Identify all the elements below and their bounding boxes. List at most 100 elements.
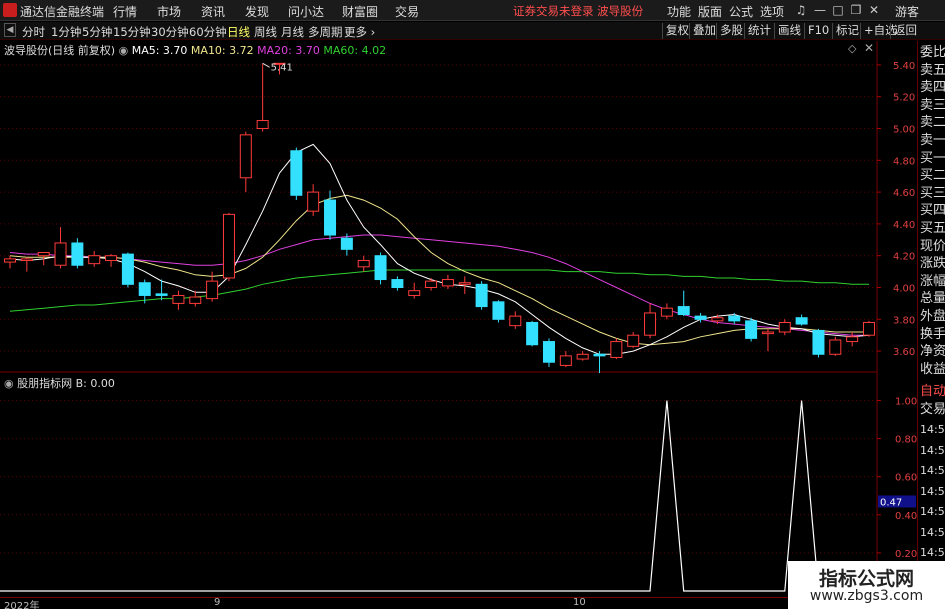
candle-body-up: [576, 353, 589, 360]
minimize-icon[interactable]: —: [812, 2, 828, 18]
indicator-line: [0, 400, 869, 592]
y-tick-label: 0.80: [895, 435, 917, 446]
y-tick-label: 5.00: [893, 125, 915, 136]
candle-body-up: [660, 307, 673, 317]
indicator-name[interactable]: 股朋指标网: [17, 377, 72, 390]
candle-body-up: [441, 279, 454, 287]
candle-body-up: [408, 290, 421, 296]
f10-button[interactable]: F10: [804, 23, 832, 39]
candle-body-down: [694, 315, 707, 320]
settings-dot-icon[interactable]: ◉: [119, 44, 129, 57]
app-title: 通达信金融终端: [20, 5, 105, 19]
quote-label: 涨跌: [920, 256, 945, 272]
fuquan-button[interactable]: 复权: [662, 23, 692, 39]
tick-time: 14:56: [920, 464, 945, 477]
tab-15min[interactable]: 15分钟: [113, 24, 151, 40]
candle-body-up: [846, 336, 859, 343]
menu-xuanxiang[interactable]: 选项: [760, 3, 784, 20]
restore-icon[interactable]: ❐: [848, 2, 864, 18]
candle-body-down: [795, 317, 808, 325]
back-button[interactable]: 返回: [890, 23, 920, 39]
y-tick-label: 5.40: [893, 61, 915, 72]
tab-weekly[interactable]: 周线: [254, 24, 277, 40]
quote-label: 总量: [920, 291, 945, 307]
y-tick-label: 4.60: [893, 188, 915, 199]
candle-body-up: [863, 321, 875, 336]
candle-body-up: [189, 296, 202, 304]
menu-shichang[interactable]: 市场: [157, 3, 181, 20]
candle-body-down: [374, 255, 387, 281]
tab-monthly[interactable]: 月线: [281, 24, 304, 40]
multi-stock-button[interactable]: 多股: [716, 23, 746, 39]
close-icon[interactable]: ✕: [866, 2, 882, 18]
candle-body-up: [357, 259, 370, 268]
quote-label: 换手: [920, 326, 945, 342]
menu-hangqing[interactable]: 行情: [113, 3, 137, 20]
tab-more[interactable]: 更多 ›: [344, 24, 375, 40]
candlestick-chart[interactable]: 5.40 5.20 5.00 4.80 4.60 4.40 4.20 4.00 3.80 3.60…: [0, 41, 917, 373]
menu-banmian[interactable]: 版面: [698, 3, 722, 20]
menu-faxian[interactable]: 发现: [245, 3, 269, 20]
candle-body-down: [677, 306, 690, 316]
login-notice[interactable]: 证券交易未登录 波导股份: [513, 3, 643, 19]
tab-1min[interactable]: 1分钟: [51, 24, 81, 40]
menu-wenxiaoda[interactable]: 问小达: [288, 3, 324, 20]
diamond-icon[interactable]: ◇: [848, 42, 856, 55]
indicator-chart[interactable]: 1.00 0.80 0.60 0.40 0.20 0.47: [0, 373, 917, 597]
y-tick-label: 1.00: [895, 397, 917, 408]
candle-body-up: [54, 242, 67, 266]
tab-fenshi[interactable]: 分时: [22, 24, 45, 40]
headset-icon[interactable]: ♫: [793, 2, 809, 18]
candle-body-down: [391, 279, 404, 289]
quote-label: 卖一: [920, 133, 945, 148]
quote-label: 净资: [920, 344, 945, 360]
tick-time: 14:56: [920, 484, 945, 498]
candle-body-up: [222, 213, 235, 279]
tab-5min[interactable]: 5分钟: [82, 24, 112, 40]
tab-daily[interactable]: 日线: [227, 24, 250, 40]
candle-body-up: [458, 282, 471, 285]
menu-jiaoyi[interactable]: 交易: [395, 3, 419, 20]
candle-body-down: [812, 329, 825, 355]
candle-body-up: [20, 258, 33, 261]
tab-60min[interactable]: 60分钟: [189, 24, 227, 40]
top-menu-bar: 通达信金融终端 行情 市场 资讯 发现 问小达 财富圈 交易 证券交易未登录 波…: [0, 0, 945, 21]
close-chart-icon[interactable]: ✕: [864, 41, 874, 55]
candle-body-down: [138, 282, 151, 296]
date-axis: 2022年 9 10: [0, 597, 917, 609]
candle-body-up: [172, 294, 185, 304]
candle-body-up: [256, 120, 269, 130]
tab-more-label: 更多: [344, 25, 367, 39]
tick-time: 14:56: [920, 443, 945, 457]
statistics-button[interactable]: 统计: [744, 23, 774, 39]
quote-label: 卖三: [920, 97, 945, 113]
candle-body-down: [542, 341, 555, 363]
watermark-title: 指标公式网: [818, 568, 914, 590]
tab-multi-period[interactable]: 多周期: [308, 24, 343, 40]
maximize-icon[interactable]: □: [830, 2, 846, 18]
menu-caifuquan[interactable]: 财富圈: [342, 3, 378, 20]
overlay-button[interactable]: 叠加: [689, 23, 719, 39]
candle-body-up: [206, 280, 219, 300]
mark-button[interactable]: 标记: [832, 23, 862, 39]
menu-zixun[interactable]: 资讯: [201, 3, 225, 20]
quote-label: 委比: [920, 45, 945, 60]
menu-gongshi[interactable]: 公式: [729, 3, 753, 20]
ma5-label: MA5: 3.70: [131, 44, 188, 57]
stock-name[interactable]: 波导股份(日线 前复权): [4, 44, 115, 57]
candle-body-up: [627, 334, 640, 347]
chevron-left-icon[interactable]: ◀: [4, 23, 16, 37]
date-label: 10: [573, 597, 586, 608]
candle-body-up: [307, 191, 320, 212]
y-tick-label: 4.00: [893, 284, 915, 295]
menu-gongneng[interactable]: 功能: [667, 3, 691, 20]
indicator-settings-icon[interactable]: ◉: [4, 377, 14, 390]
y-tick-label: 0.60: [895, 473, 917, 484]
quote-label: 卖二: [920, 115, 945, 131]
tab-30min[interactable]: 30分钟: [151, 24, 189, 40]
candle-body-up: [37, 252, 50, 257]
ma20-label: MA20: 3.70: [257, 44, 320, 57]
quote-label: 买一: [920, 150, 945, 166]
drawing-button[interactable]: 画线: [774, 23, 804, 39]
guest-label[interactable]: 游客: [895, 3, 919, 20]
